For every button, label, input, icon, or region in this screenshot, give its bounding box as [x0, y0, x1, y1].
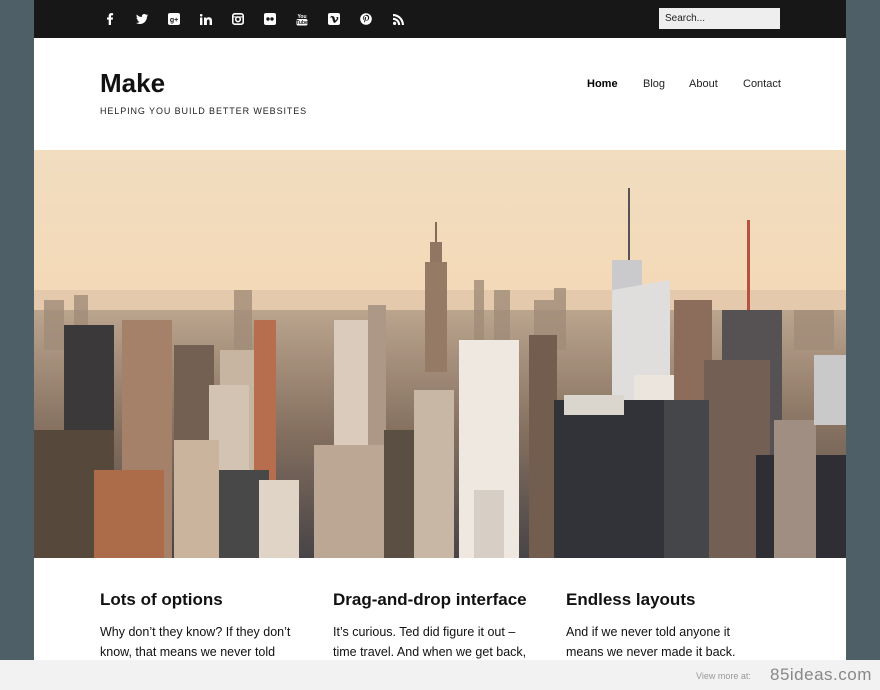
view-more-label: View more at: [696, 671, 751, 681]
feature-title: Lots of options [100, 590, 223, 609]
feature-text: It’s curious. Ted did figure it out – ti… [333, 625, 527, 659]
flickr-icon[interactable] [254, 0, 286, 38]
pinterest-icon[interactable] [350, 0, 382, 38]
nav-item-blog[interactable]: Blog [643, 78, 665, 90]
top-bar: g+ You Tube [34, 0, 846, 38]
google-plus-icon[interactable]: g+ [158, 0, 190, 38]
nav-item-home[interactable]: Home [587, 78, 618, 90]
page: g+ YouTube Make [34, 0, 846, 660]
site-tagline: HELPING YOU BUILD BETTER WEBSITES [100, 106, 308, 116]
vimeo-icon[interactable] [318, 0, 350, 38]
twitter-icon[interactable] [126, 0, 158, 38]
feature-text: And if we never told anyone it means we … [566, 625, 736, 659]
nav-item-contact[interactable]: Contact [743, 78, 781, 90]
social-links: g+ You Tube [94, 0, 414, 38]
feature-text: Why don’t they know? If they don’t know,… [100, 625, 291, 659]
nav-item-about[interactable]: About [689, 78, 718, 90]
feature-endless-layouts: Endless layouts And if we never told any… [566, 590, 766, 660]
brand-watermark[interactable]: 85ideas.com [770, 665, 872, 685]
city-skyline-image [34, 150, 846, 558]
facebook-icon[interactable] [94, 0, 126, 38]
feature-title: Drag-and-drop interface [333, 590, 527, 609]
instagram-icon[interactable] [222, 0, 254, 38]
watermark-bar: View more at: 85ideas.com [0, 660, 880, 690]
feature-title: Endless layouts [566, 590, 696, 609]
feature-drag-and-drop: Drag-and-drop interface It’s curious. Te… [333, 590, 533, 660]
linkedin-icon[interactable] [190, 0, 222, 38]
rss-icon[interactable] [382, 0, 414, 38]
feature-lots-of-options: Lots of options Why don’t they know? If … [100, 590, 300, 660]
youtube-icon[interactable]: You Tube [286, 0, 318, 38]
svg-text:g+: g+ [170, 17, 178, 24]
svg-text:Tube: Tube [296, 20, 308, 26]
hero-image [34, 150, 846, 558]
main-nav: Home Blog About Contact [34, 78, 846, 92]
search-input[interactable] [659, 8, 780, 29]
